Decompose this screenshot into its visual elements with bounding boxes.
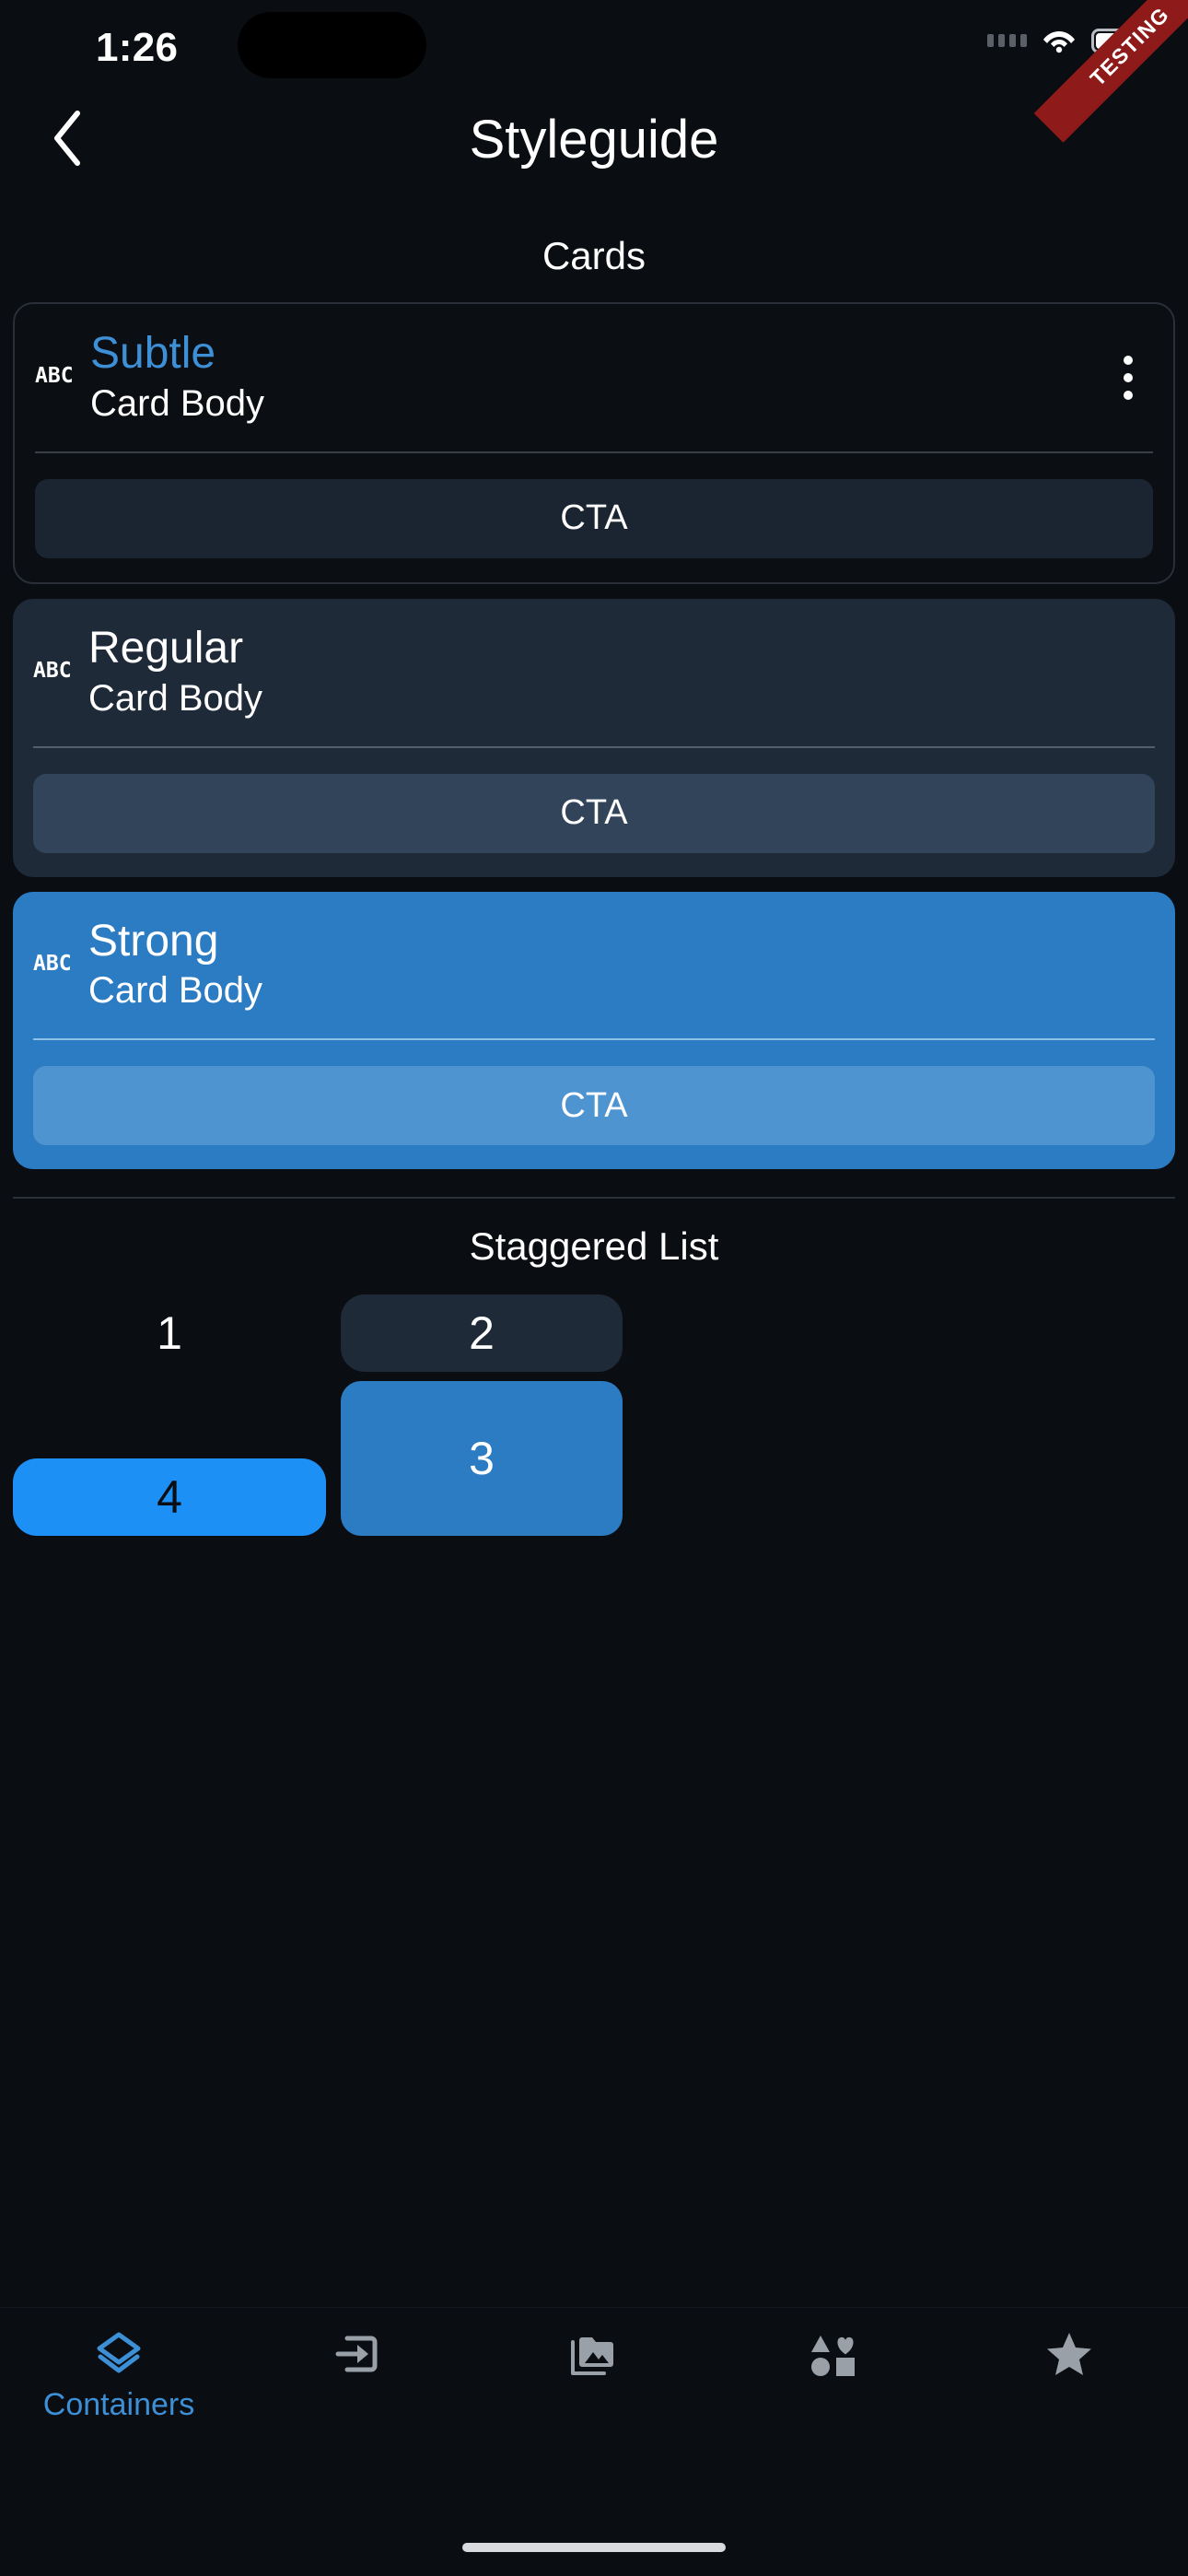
card-title: Subtle [90,329,216,378]
card-body-text: Card Body [88,677,262,719]
card-text-block: Regular Card Body [88,623,1155,719]
home-indicator [462,2543,726,2552]
list-item[interactable]: 3 [341,1381,623,1537]
status-bar: 1:26 TESTING [0,0,1188,143]
card-title: Strong [88,916,219,966]
more-vertical-icon[interactable] [1114,346,1142,409]
card-text-block: Strong Card Body [88,916,1155,1012]
card-footer: CTA [13,748,1175,877]
card-title: Regular [88,623,244,673]
cta-button[interactable]: CTA [33,773,1155,853]
app-screen: 1:26 TESTING Styleguide Cards ABC Subtle… [0,0,1188,2576]
abc-icon: ABC [33,659,72,684]
section-divider [13,1197,1175,1200]
tab-media[interactable] [475,2328,713,2387]
tab-containers[interactable]: Containers [0,2328,238,2423]
staggered-list: 1 2 3 4 [0,1278,1188,1545]
abc-icon: ABC [35,364,74,389]
nav-bar: Styleguide [0,92,1188,193]
cta-button[interactable]: CTA [35,478,1153,558]
card-header: ABC Strong Card Body [13,892,1175,1039]
layers-icon [93,2328,145,2380]
card-body-text: Card Body [90,382,264,424]
card-footer: CTA [15,453,1173,582]
dynamic-island [238,12,426,78]
cta-button[interactable]: CTA [33,1066,1155,1146]
tab-shapes[interactable] [713,2328,950,2387]
card-regular[interactable]: ABC Regular Card Body CTA [13,598,1175,877]
list-item[interactable]: 2 [341,1294,623,1373]
card-subtle[interactable]: ABC Subtle Card Body CTA [13,302,1175,584]
input-arrow-icon [332,2328,380,2380]
tab-star[interactable] [950,2328,1188,2387]
page-title: Styleguide [469,110,719,170]
card-body-text: Card Body [88,970,262,1012]
card-footer: CTA [13,1040,1175,1169]
status-bar-time: 1:26 [96,25,179,70]
abc-icon: ABC [33,952,72,977]
card-strong[interactable]: ABC Strong Card Body CTA [13,891,1175,1170]
list-item[interactable]: 1 [13,1294,326,1372]
star-icon [1044,2328,1094,2380]
card-header: ABC Subtle Card Body [15,304,1173,451]
card-header: ABC Regular Card Body [13,599,1175,746]
cards-section-header: Cards [542,234,646,277]
shapes-icon [808,2328,856,2380]
list-item[interactable]: 4 [13,1458,326,1537]
cards-list: ABC Subtle Card Body CTA ABC Regular Car… [0,302,1188,1170]
photo-library-icon [569,2328,619,2380]
tab-label-containers: Containers [42,2387,195,2422]
bottom-tab-bar: Containers [0,2307,1188,2576]
tab-input[interactable] [238,2328,475,2387]
staggered-list-header: Staggered List [469,1224,719,1269]
card-text-block: Subtle Card Body [90,330,1153,424]
